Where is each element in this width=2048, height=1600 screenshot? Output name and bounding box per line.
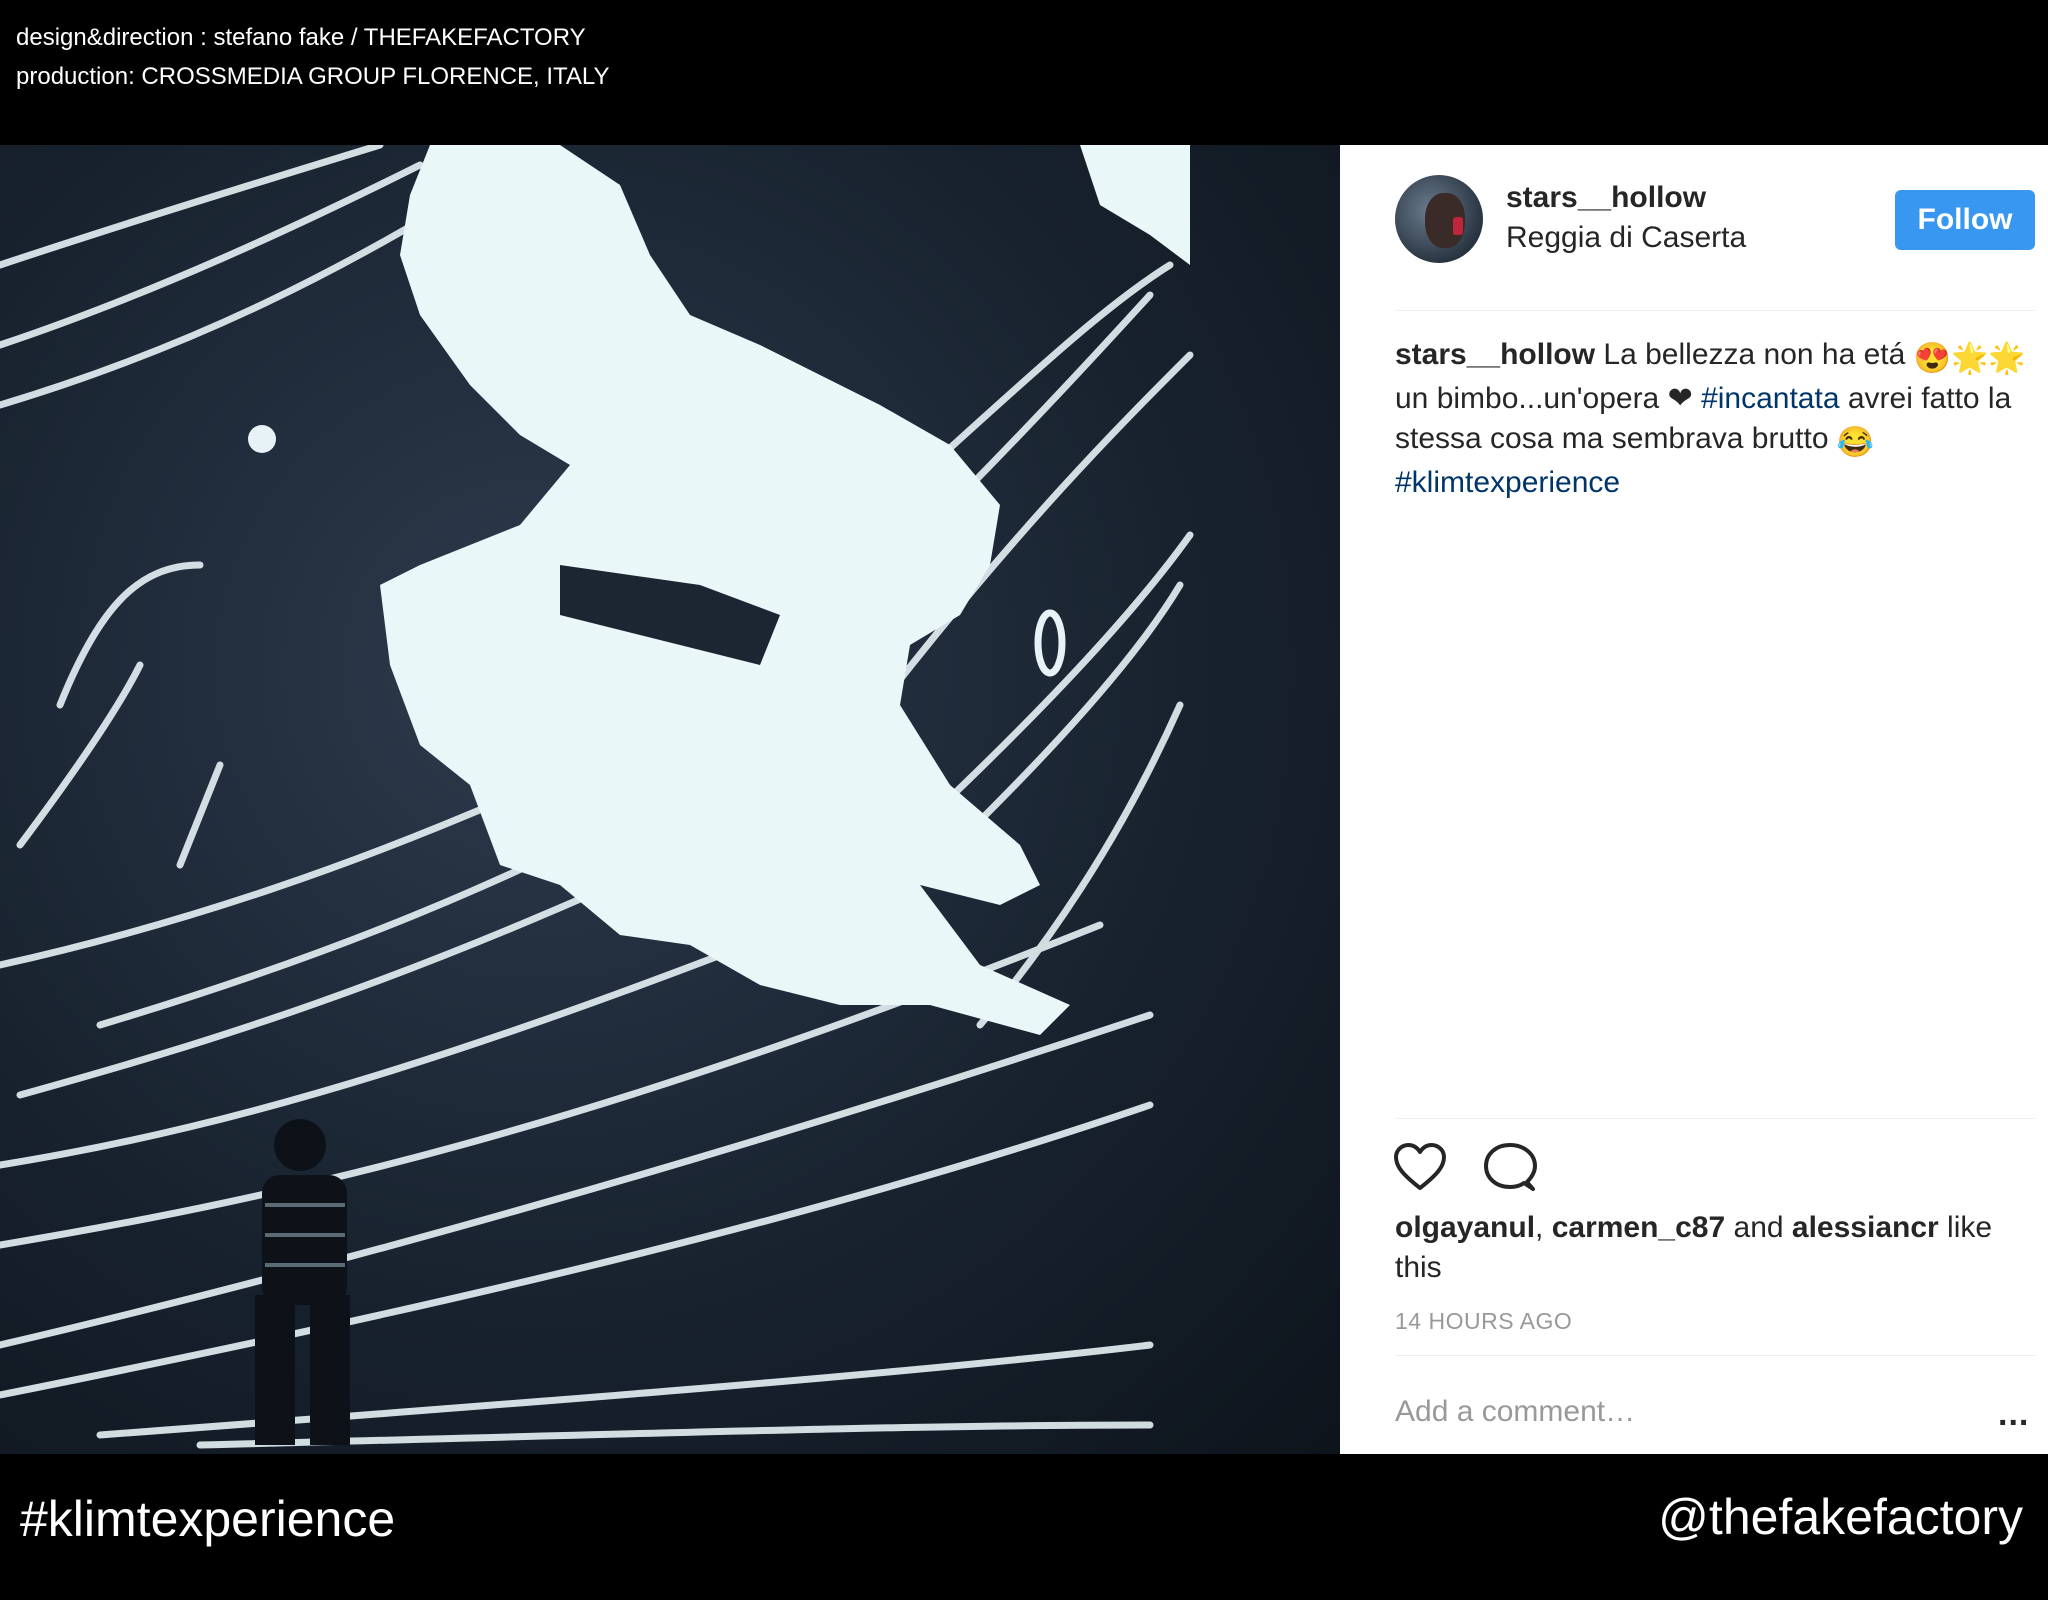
projection-artwork [0, 145, 1194, 1449]
liker-username[interactable]: carmen_c87 [1552, 1211, 1725, 1244]
liker-username[interactable]: alessiancr [1792, 1211, 1939, 1244]
heart-emoji-icon: ❤ [1667, 382, 1693, 415]
post-timestamp[interactable]: 14 HOURS AGO [1395, 1308, 1572, 1335]
post-caption: stars__hollow La bellezza non ha etá 😍🌟🌟… [1395, 335, 2035, 503]
speech-bubble-icon[interactable] [1482, 1140, 1538, 1196]
footer-handle: @thefakefactory [1658, 1489, 2023, 1545]
actions-divider [1395, 1118, 2035, 1119]
caption-text: La bellezza non ha etá [1595, 338, 1914, 371]
caption-username[interactable]: stars__hollow [1395, 338, 1595, 371]
avatar-accent [1453, 217, 1463, 235]
heart-outline-icon[interactable] [1392, 1140, 1448, 1196]
likes-summary: olgayanul, carmen_c87 and alessiancr lik… [1395, 1208, 2035, 1288]
footer-hashtag: #klimtexperience [20, 1491, 396, 1547]
hashtag-link[interactable]: #incantata [1701, 382, 1839, 415]
comment-input[interactable]: Add a comment… [1395, 1395, 1635, 1429]
post-photo[interactable] [0, 145, 1340, 1454]
credit-design: design&direction : stefano fake / THEFAK… [16, 24, 586, 51]
caption-emoji-icon: 😍🌟🌟 [1913, 342, 2026, 375]
post-username[interactable]: stars__hollow [1506, 181, 1706, 215]
likes-separator: , [1535, 1211, 1552, 1244]
comment-divider [1395, 1355, 2035, 1356]
laughing-emoji-icon: 😂 [1836, 426, 1875, 459]
avatar[interactable] [1395, 175, 1483, 263]
ellipsis-icon[interactable]: ... [1998, 1395, 2029, 1434]
header-divider [1395, 310, 2035, 311]
caption-text: un bimbo...un'opera [1395, 382, 1668, 415]
likes-conjunction: and [1725, 1211, 1792, 1244]
follow-button[interactable]: Follow [1895, 190, 2035, 250]
post-location[interactable]: Reggia di Caserta [1506, 221, 1746, 255]
post-sidebar: stars__hollow Reggia di Caserta Follow s… [1340, 145, 2048, 1454]
hashtag-link[interactable]: #klimtexperience [1395, 466, 1620, 499]
credits: design&direction : stefano fake / THEFAK… [16, 18, 610, 96]
credit-production: production: CROSSMEDIA GROUP FLORENCE, I… [16, 63, 610, 90]
liker-username[interactable]: olgayanul [1395, 1211, 1535, 1244]
